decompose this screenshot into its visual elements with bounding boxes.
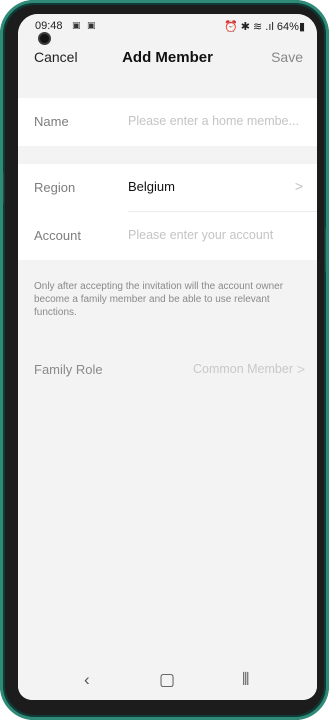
notification-icons: ▣ ▣ [72,20,98,30]
home-icon[interactable]: ▢ [159,670,175,690]
region-label: Region [34,180,76,195]
status-time: 09:48 [35,20,63,32]
invitation-notice: Only after accepting the invitation will… [34,281,284,318]
region-row[interactable]: Region Belgium > [18,164,317,212]
region-value: Belgium [128,179,175,194]
region-account-section: Region Belgium > Account [18,164,317,260]
side-button-left [1,172,4,204]
name-section: Name [18,98,317,146]
status-bar: 09:48 ▣ ▣ ⏰ ✱ ≋ .ıl 64%▮ [18,14,317,38]
system-navigation-bar: ‹ ▢ ⦀ [18,660,317,700]
recents-icon[interactable]: ⦀ [242,670,249,690]
account-label: Account [34,228,81,243]
chevron-right-icon: > [296,361,305,377]
chevron-right-icon: > [294,178,303,194]
battery-icon: ▮ [298,21,305,33]
name-label: Name [34,114,69,129]
family-role-value[interactable]: Common Member [193,362,293,376]
back-icon[interactable]: ‹ [84,670,90,690]
side-button-right [325,228,328,272]
save-button[interactable]: Save [271,49,303,65]
battery-percent: 64% [276,21,299,33]
app-screen: 09:48 ▣ ▣ ⏰ ✱ ≋ .ıl 64%▮ Cancel Add Memb… [18,14,317,700]
account-input[interactable] [128,224,308,246]
account-row[interactable]: Account [18,212,317,260]
name-row[interactable]: Name [18,98,317,146]
system-status-icons: ⏰ ✱ ≋ .ıl [223,21,274,33]
status-indicators: ⏰ ✱ ≋ .ıl 64%▮ [224,20,305,33]
name-input[interactable] [128,110,308,132]
top-nav-bar: Cancel Add Member Save [18,38,317,76]
family-role-label: Family Role [34,362,103,377]
